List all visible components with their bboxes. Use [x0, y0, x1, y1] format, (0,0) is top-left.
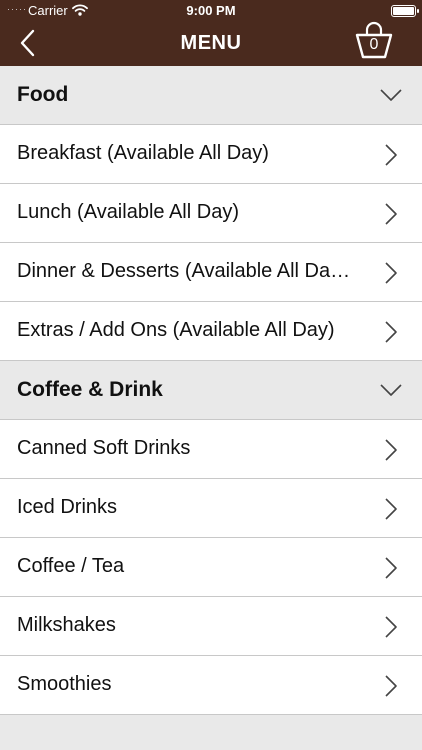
menu-item-label: Canned Soft Drinks	[17, 437, 191, 459]
chevron-right-icon	[385, 616, 397, 638]
header: ····· Carrier 9:00 PM MENU 0	[0, 0, 422, 66]
chevron-right-icon	[385, 557, 397, 579]
chevron-right-icon	[385, 203, 397, 225]
menu-item-extras-add-ons[interactable]: Extras / Add Ons (Available All Day)	[0, 302, 422, 361]
menu-item-smoothies[interactable]: Smoothies	[0, 656, 422, 715]
cart-count-badge: 0	[369, 36, 379, 53]
app-screen: ····· Carrier 9:00 PM MENU 0 Food Breakf…	[0, 0, 422, 750]
chevron-right-icon	[385, 144, 397, 166]
menu-item-iced-drinks[interactable]: Iced Drinks	[0, 479, 422, 538]
battery-level	[393, 7, 414, 15]
cart-button[interactable]: 0	[354, 20, 394, 60]
section-header-coffee-drink[interactable]: Coffee & Drink	[0, 361, 422, 420]
menu-item-label: Breakfast (Available All Day)	[17, 142, 269, 164]
chevron-down-icon	[380, 89, 402, 101]
menu-item-coffee-tea[interactable]: Coffee / Tea	[0, 538, 422, 597]
next-section-header-peek	[0, 715, 422, 750]
menu-item-label: Smoothies	[17, 673, 112, 695]
nav-bar: MENU 0	[0, 20, 422, 66]
menu-item-canned-soft-drinks[interactable]: Canned Soft Drinks	[0, 420, 422, 479]
menu-item-label: Iced Drinks	[17, 496, 118, 518]
menu-item-label: Milkshakes	[17, 614, 116, 636]
menu-item-label: Extras / Add Ons (Available All Day)	[17, 319, 335, 341]
chevron-right-icon	[385, 321, 397, 343]
section-title: Food	[17, 83, 69, 106]
menu-list: Food Breakfast (Available All Day) Lunch…	[0, 66, 422, 750]
status-bar: ····· Carrier 9:00 PM	[0, 0, 422, 22]
status-time: 9:00 PM	[186, 3, 236, 18]
menu-item-breakfast[interactable]: Breakfast (Available All Day)	[0, 125, 422, 184]
menu-item-label: Coffee / Tea	[17, 555, 125, 577]
menu-item-dinner-desserts[interactable]: Dinner & Desserts (Available All Da…	[0, 243, 422, 302]
menu-item-label: Dinner & Desserts (Available All Da…	[17, 260, 351, 282]
chevron-right-icon	[385, 439, 397, 461]
menu-item-label: Lunch (Available All Day)	[17, 201, 239, 223]
section-header-food[interactable]: Food	[0, 66, 422, 125]
battery-icon	[391, 5, 419, 17]
section-title: Coffee & Drink	[17, 378, 163, 401]
chevron-right-icon	[385, 262, 397, 284]
menu-item-lunch[interactable]: Lunch (Available All Day)	[0, 184, 422, 243]
chevron-down-icon	[380, 384, 402, 396]
chevron-right-icon	[385, 675, 397, 697]
chevron-right-icon	[385, 498, 397, 520]
menu-item-milkshakes[interactable]: Milkshakes	[0, 597, 422, 656]
